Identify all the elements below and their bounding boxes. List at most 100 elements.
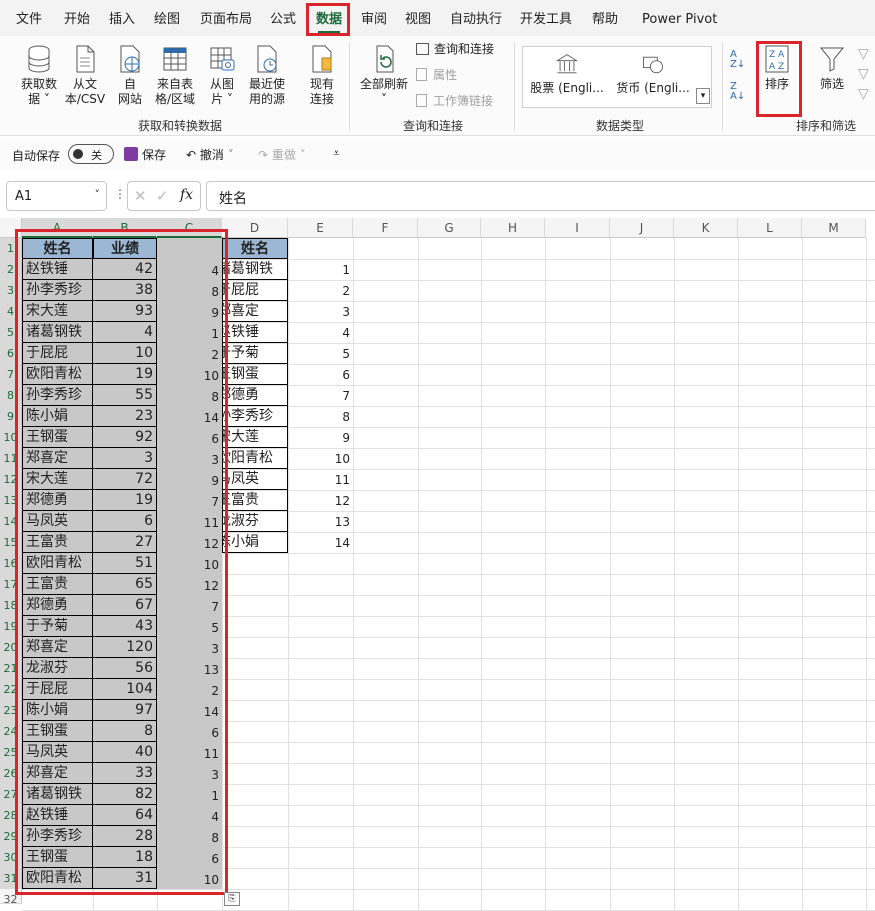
sort-descending-button[interactable]: Z A↓ xyxy=(730,82,752,102)
lookup-index-cell[interactable]: 1 xyxy=(288,259,353,280)
lookup-index-cell[interactable]: 8 xyxy=(288,406,353,427)
column-header-J[interactable]: J xyxy=(610,218,674,238)
tab-10[interactable]: 开发工具 xyxy=(520,0,572,36)
lookup-header-cell[interactable]: 姓名 xyxy=(222,238,288,259)
active-tab-highlight xyxy=(306,3,350,36)
lookup-name-cell[interactable]: 王富贵 xyxy=(222,490,288,511)
refresh-all-button[interactable]: 全部刷新 ˅ xyxy=(356,44,412,107)
lookup-index-cell[interactable]: 4 xyxy=(288,322,353,343)
lookup-index-cell[interactable]: 10 xyxy=(288,448,353,469)
filter-button[interactable]: 筛选 xyxy=(812,44,852,92)
tab-11[interactable]: 帮助 xyxy=(592,0,618,36)
lookup-name-cell[interactable]: 于屁屁 xyxy=(222,280,288,301)
tab-12[interactable]: Power Pivot xyxy=(642,0,717,36)
refresh-icon xyxy=(376,45,394,73)
formula-input[interactable]: 姓名 xyxy=(206,181,875,211)
tab-9[interactable]: 自动执行 xyxy=(450,0,502,36)
lookup-index-cell[interactable]: 13 xyxy=(288,511,353,532)
lookup-name-cell[interactable]: 孙李秀珍 xyxy=(222,406,288,427)
column-header-E[interactable]: E xyxy=(288,218,353,238)
existing-connections-button[interactable]: 现有 连接 xyxy=(302,44,342,107)
lookup-name-cell[interactable]: 宋大莲 xyxy=(222,427,288,448)
column-header-G[interactable]: G xyxy=(418,218,481,238)
lookup-name-cell[interactable]: 王钢蛋 xyxy=(222,364,288,385)
lookup-index-cell[interactable]: 12 xyxy=(288,490,353,511)
currency-icon xyxy=(643,56,663,74)
undo-label: 撤消 xyxy=(199,148,224,162)
autosave-toggle[interactable]: 关 xyxy=(68,144,114,164)
tab-5[interactable]: 公式 xyxy=(270,0,296,36)
lookup-name-cell[interactable]: 郑德勇 xyxy=(222,385,288,406)
name-box[interactable]: A1 ˅ xyxy=(6,181,107,211)
customize-qat-icon[interactable]: ⩡ xyxy=(333,146,340,161)
insert-function-icon[interactable]: fx xyxy=(180,187,193,203)
from-web-button[interactable]: 自 网站 xyxy=(110,44,150,107)
lookup-index-cell[interactable]: 14 xyxy=(288,532,353,553)
properties-button[interactable]: 属性 xyxy=(416,68,506,83)
formula-bar: A1 ˅ ⋮ ✕ ✓ fx 姓名 xyxy=(0,178,875,214)
tab-4[interactable]: 页面布局 xyxy=(200,0,252,36)
lookup-index-cell[interactable]: 6 xyxy=(288,364,353,385)
queries-connections-button[interactable]: 查询和连接 xyxy=(416,42,506,57)
from-table-button[interactable]: 来自表 格/区域 xyxy=(151,44,199,107)
formula-bar-more-icon[interactable]: ⋮ xyxy=(114,187,126,201)
group-label-get-transform: 获取和转换数据 xyxy=(137,119,222,133)
from-csv-button[interactable]: 从文 本/CSV xyxy=(62,44,108,107)
edit-links-button[interactable]: 工作簿链接 xyxy=(416,94,506,109)
from-picture-button[interactable]: 从图 片 ˅ xyxy=(200,44,244,107)
stocks-label: 股票 (Engli... xyxy=(530,81,604,95)
currency-label: 货币 (Engli... xyxy=(616,81,690,95)
tab-2[interactable]: 插入 xyxy=(109,0,135,36)
column-header-I[interactable]: I xyxy=(545,218,610,238)
lookup-name-cell[interactable]: 赵铁锤 xyxy=(222,322,288,343)
paste-options-icon[interactable]: ⎘ xyxy=(224,892,240,906)
get-data-button[interactable]: 获取数 据 ˅ xyxy=(14,44,64,107)
lookup-index-cell[interactable]: 3 xyxy=(288,301,353,322)
tab-1[interactable]: 开始 xyxy=(64,0,90,36)
undo-dropdown-icon[interactable]: ˅ xyxy=(228,148,234,162)
lookup-name-cell[interactable]: 陈小娟 xyxy=(222,532,288,553)
toggle-knob xyxy=(73,149,83,159)
currency-button[interactable]: 货币 (Engli... xyxy=(614,52,692,96)
save-icon xyxy=(124,147,138,161)
existing-connections-label: 现有 连接 xyxy=(309,77,334,106)
lookup-name-cell[interactable]: 马凤英 xyxy=(222,469,288,490)
enter-icon[interactable]: ✓ xyxy=(156,187,169,205)
lookup-name-cell[interactable]: 欧阳青松 xyxy=(222,448,288,469)
lookup-name-cell[interactable]: 于予菊 xyxy=(222,343,288,364)
stocks-button[interactable]: 股票 (Engli... xyxy=(528,52,606,96)
tab-0[interactable]: 文件 xyxy=(16,0,42,36)
gallery-more-button[interactable]: ▾ xyxy=(696,88,710,104)
group-label-sort-filter: 排序和筛选 xyxy=(796,119,857,133)
lookup-name-cell[interactable]: 诸葛钢铁 xyxy=(222,259,288,280)
column-header-K[interactable]: K xyxy=(674,218,738,238)
column-header-D[interactable]: D xyxy=(222,218,288,238)
redo-button[interactable]: ↷ 重做 ˅ xyxy=(258,146,306,163)
lookup-index-cell[interactable]: 7 xyxy=(288,385,353,406)
from-table-label: 来自表 格/区域 xyxy=(154,77,196,106)
column-header-F[interactable]: F xyxy=(353,218,418,238)
recent-document-icon xyxy=(257,45,277,73)
tab-3[interactable]: 绘图 xyxy=(154,0,180,36)
picture-table-icon xyxy=(210,47,235,71)
recent-sources-button[interactable]: 最近使 用的源 xyxy=(244,44,290,107)
lookup-name-cell[interactable]: 龙淑芬 xyxy=(222,511,288,532)
tab-7[interactable]: 审阅 xyxy=(361,0,387,36)
tab-8[interactable]: 视图 xyxy=(405,0,431,36)
clear-filter-icon[interactable]: ▽ ▽ ▽ xyxy=(858,44,874,104)
lookup-index-cell[interactable]: 5 xyxy=(288,343,353,364)
lookup-name-cell[interactable]: 郑喜定 xyxy=(222,301,288,322)
column-header-L[interactable]: L xyxy=(738,218,802,238)
column-header-H[interactable]: H xyxy=(481,218,545,238)
save-button[interactable]: 保存 xyxy=(124,146,166,163)
quick-access-toolbar: 自动保存 关 保存 ↶ 撤消 ˅ ↷ 重做 ˅ ⩡ xyxy=(0,140,875,170)
column-header-M[interactable]: M xyxy=(802,218,866,238)
lookup-index-cell[interactable]: 9 xyxy=(288,427,353,448)
cancel-icon[interactable]: ✕ xyxy=(134,187,147,205)
lookup-index-cell[interactable]: 11 xyxy=(288,469,353,490)
name-box-dropdown-icon[interactable]: ˅ xyxy=(95,188,101,201)
sort-ascending-button[interactable]: A Z↓ xyxy=(730,50,752,70)
group-label-queries: 查询和连接 xyxy=(402,119,463,133)
lookup-index-cell[interactable]: 2 xyxy=(288,280,353,301)
undo-button[interactable]: ↶ 撤消 ˅ xyxy=(186,146,234,163)
